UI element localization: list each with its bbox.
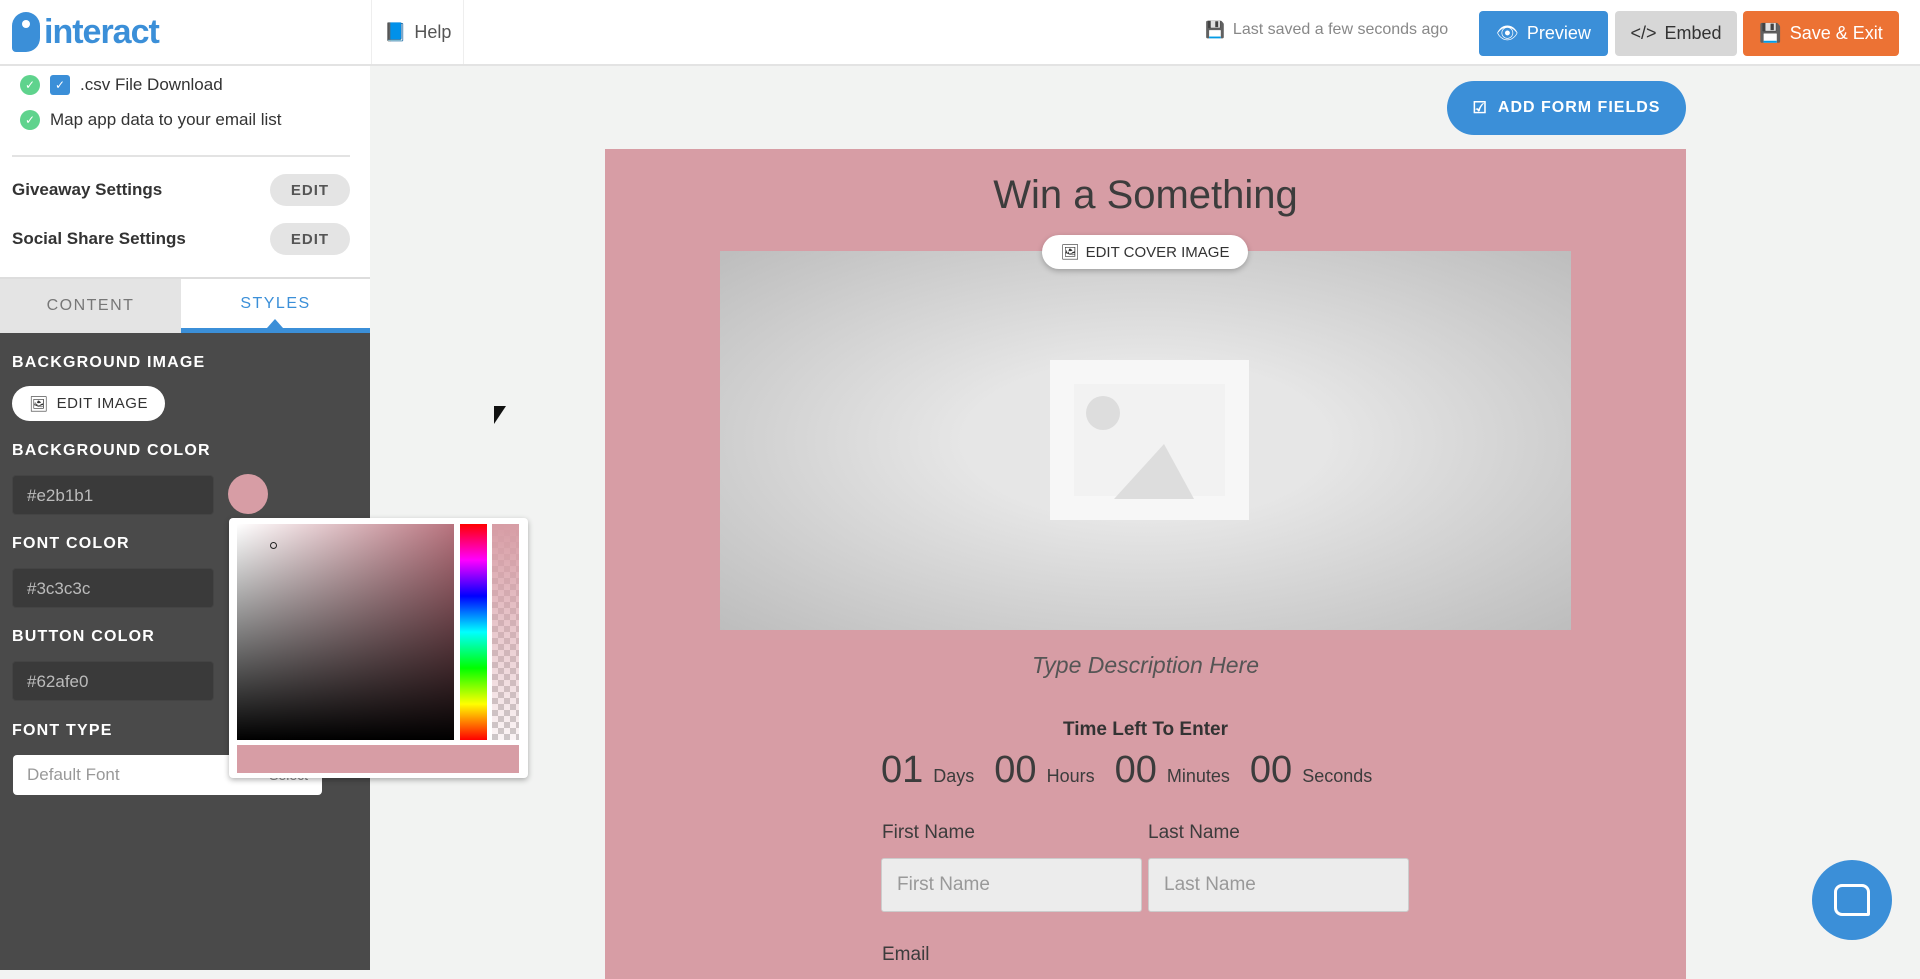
tab-content[interactable]: CONTENT [0, 279, 181, 333]
check-circle-icon: ✓ [20, 110, 40, 130]
social-settings-row: Social Share Settings EDIT [12, 223, 350, 255]
help-label: Help [414, 21, 452, 42]
last-name-label: Last Name [1148, 822, 1240, 843]
bg-color-label: BACKGROUND COLOR [12, 442, 211, 459]
logo-text: interact [44, 12, 160, 51]
save-exit-label: Save & Exit [1789, 23, 1883, 43]
save-exit-button[interactable]: 💾 Save & Exit [1743, 11, 1899, 56]
font-color-input[interactable]: #3c3c3c [12, 568, 214, 608]
bg-color-input[interactable]: #e2b1b1 [12, 475, 214, 515]
save-status-text: Last saved a few seconds ago [1232, 21, 1449, 38]
floppy-icon: 💾 [1205, 22, 1225, 39]
hue-slider[interactable] [460, 524, 487, 740]
logo-icon [12, 12, 40, 52]
countdown-unit: Minutes [1166, 766, 1230, 786]
cover-image[interactable] [720, 251, 1571, 630]
top-header: interact 📘 Help 💾 Last saved a few seconds… [0, 0, 1920, 66]
bg-image-label: BACKGROUND IMAGE [12, 354, 206, 371]
social-edit-button[interactable]: EDIT [270, 223, 350, 255]
floppy-icon: 💾 [1759, 23, 1782, 43]
add-form-fields-label: ADD FORM FIELDS [1497, 99, 1661, 116]
first-name-input[interactable]: First Name [881, 858, 1142, 912]
giveaway-settings-row: Giveaway Settings EDIT [12, 174, 350, 206]
chat-icon [1834, 884, 1870, 916]
check-label: Map app data to your email list [50, 110, 282, 129]
interact-logo[interactable]: interact [12, 12, 160, 52]
image-icon: 🖼 [29, 395, 49, 413]
button-color-input[interactable]: #62afe0 [12, 661, 214, 701]
book-icon: 📘 [384, 21, 407, 42]
font-type-value: Default Font [27, 765, 120, 784]
check-circle-icon: ✓ [20, 75, 40, 95]
embed-button[interactable]: </> Embed [1615, 11, 1737, 56]
countdown-unit: Days [933, 766, 975, 786]
countdown-hours: 00 [994, 749, 1037, 791]
check-item-csv: ✓ ✓ .csv File Download [20, 75, 223, 95]
alpha-slider[interactable] [492, 524, 519, 740]
color-picker-popup [229, 518, 528, 778]
code-icon: </> [1630, 23, 1657, 43]
description-text[interactable]: Type Description Here [605, 652, 1686, 679]
checkbox-icon: ☑ [1472, 100, 1488, 117]
timer-title: Time Left To Enter [1062, 719, 1229, 740]
image-icon: 🖼 [1060, 244, 1080, 261]
giveaway-title[interactable]: Win a Something [605, 173, 1686, 218]
active-tab-caret [267, 319, 283, 328]
preview-button[interactable]: 👁 Preview [1479, 11, 1608, 56]
bg-color-swatch[interactable] [228, 474, 268, 514]
last-name-input[interactable]: Last Name [1148, 858, 1409, 912]
setting-label: Social Share Settings [12, 229, 186, 248]
giveaway-edit-button[interactable]: EDIT [270, 174, 350, 206]
button-color-label: BUTTON COLOR [12, 628, 155, 645]
font-type-label: FONT TYPE [12, 722, 113, 739]
save-status: 💾 Last saved a few seconds ago [1205, 20, 1448, 40]
saturation-area[interactable] [237, 524, 454, 740]
countdown-unit: Hours [1046, 766, 1095, 786]
font-color-label: FONT COLOR [12, 535, 130, 552]
mouse-cursor [494, 406, 506, 424]
edit-cover-label: EDIT COVER IMAGE [1085, 243, 1230, 261]
checkbox[interactable]: ✓ [50, 75, 70, 95]
chat-button[interactable] [1812, 860, 1892, 940]
countdown-unit: Seconds [1302, 766, 1373, 786]
email-label: Email [882, 944, 930, 965]
edit-image-button[interactable]: 🖼 EDIT IMAGE [12, 386, 165, 421]
check-item-email: ✓ Map app data to your email list [20, 110, 282, 130]
eye-icon: 👁 [1496, 23, 1519, 43]
countdown-seconds: 00 [1249, 749, 1293, 791]
color-preview-bar [237, 745, 519, 773]
first-name-label: First Name [882, 822, 975, 843]
giveaway-card: Win a Something 🖼 EDIT COVER IMAGE Type D… [605, 149, 1686, 979]
edit-cover-image-button[interactable]: 🖼 EDIT COVER IMAGE [1042, 235, 1248, 269]
setting-label: Giveaway Settings [12, 180, 163, 199]
embed-label: Embed [1664, 23, 1722, 43]
countdown-days: 01 [881, 749, 924, 791]
edit-image-label: EDIT IMAGE [56, 395, 148, 412]
preview-label: Preview [1526, 23, 1591, 43]
countdown-minutes: 00 [1114, 749, 1157, 791]
divider [12, 155, 350, 157]
add-form-fields-button[interactable]: ☑ ADD FORM FIELDS [1447, 81, 1686, 135]
saturation-handle[interactable] [270, 542, 277, 549]
countdown: 01 Days 00 Hours 00 Minutes 00 Seconds [881, 749, 1392, 792]
help-button[interactable]: 📘 Help [371, 0, 464, 64]
image-placeholder-icon [1050, 360, 1249, 520]
check-label: .csv File Download [80, 75, 223, 94]
